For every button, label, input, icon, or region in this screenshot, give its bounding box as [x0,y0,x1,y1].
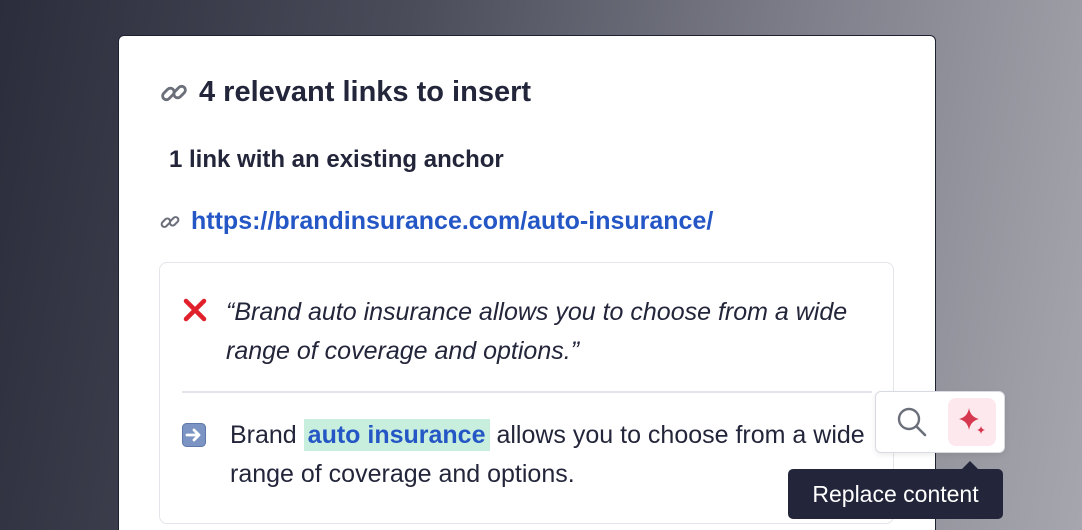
original-sentence-row: “Brand auto insurance allows you to choo… [182,293,882,371]
replacement-prefix: Brand [230,421,297,449]
inline-action-toolbar [875,391,1005,453]
search-button[interactable] [888,398,936,446]
anchor-text-highlight[interactable]: auto insurance [303,419,490,451]
target-url-link[interactable]: https://brandinsurance.com/auto-insuranc… [191,207,713,236]
sparkle-icon [959,408,985,434]
panel-title: 4 relevant links to insert [199,76,532,108]
link-target-row: https://brandinsurance.com/auto-insuranc… [159,207,713,236]
replacement-sentence: Brand auto insurance allows you to choos… [224,416,882,494]
replace-content-tooltip: Replace content [788,461,1003,519]
original-sentence: “Brand auto insurance allows you to choo… [226,298,848,365]
suggestion-card: “Brand auto insurance allows you to choo… [159,262,894,524]
divider [182,391,872,393]
cross-mark-icon [183,298,207,322]
link-icon [160,215,180,228]
replacement-sentence-row: Brand auto insurance allows you to choos… [182,416,882,494]
right-arrow-icon [182,423,206,447]
link-icon [161,84,187,101]
replace-content-button[interactable] [948,398,996,446]
anchor-count-label: 1 link with an existing anchor [169,146,504,173]
search-icon [897,407,927,437]
panel-header: 4 relevant links to insert [159,76,531,109]
link-suggestions-panel: 4 relevant links to insert 1 link with a… [118,35,936,530]
